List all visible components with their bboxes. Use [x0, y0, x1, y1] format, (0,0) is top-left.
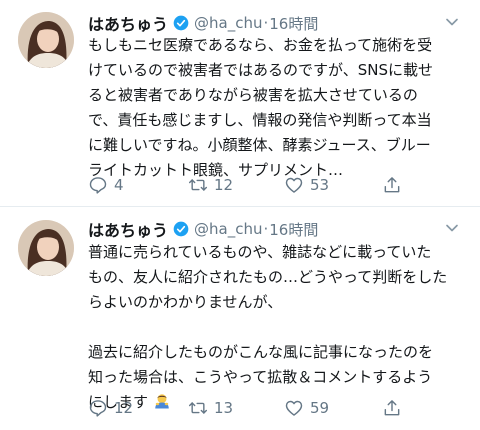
- separator-dot: ·: [263, 14, 269, 32]
- like-button[interactable]: 53: [284, 175, 329, 195]
- tweet[interactable]: はあちゅう @ha_chu · 16時間 普通に売られているものや、雑誌などに載…: [0, 207, 480, 430]
- reply-button[interactable]: 4: [88, 175, 124, 195]
- like-count: 53: [310, 176, 330, 194]
- like-count: 59: [310, 399, 330, 417]
- avatar[interactable]: [18, 220, 74, 276]
- tweet-text-line: 普通に売られているものや、雑誌などに載っていた: [88, 243, 432, 261]
- chevron-down-icon[interactable]: [442, 218, 462, 238]
- chevron-down-icon[interactable]: [442, 12, 462, 32]
- reply-icon: [89, 177, 107, 194]
- timestamp[interactable]: 16時間: [269, 13, 318, 34]
- tweet[interactable]: はあちゅう @ha_chu · 16時間 もしもニセ医療であるなら、お金を払って…: [0, 0, 480, 208]
- share-button[interactable]: [382, 175, 408, 195]
- tweet-text-line: けているので被害者ではあるのですが、SNSに載せ: [88, 61, 433, 79]
- tweet-header: はあちゅう @ha_chu · 16時間: [88, 216, 318, 242]
- retweet-icon: [188, 179, 208, 191]
- like-button[interactable]: 59: [284, 398, 329, 418]
- avatar-photo: [18, 220, 74, 276]
- tweet-actions: 4 12 53: [88, 175, 468, 197]
- share-button[interactable]: [382, 398, 408, 418]
- tweet-text-line: に難しいですね。小顔整体、酵素ジュース、ブルー: [88, 136, 431, 154]
- reply-count: 12: [114, 399, 134, 417]
- tweet-text-line: もの、友人に紹介されたもの…どうやって判断をした: [88, 268, 448, 286]
- avatar[interactable]: [18, 12, 74, 68]
- display-name[interactable]: はあちゅう: [88, 217, 168, 241]
- tweet-text: もしもニセ医療であるなら、お金を払って施術を受 けているので被害者ではあるのです…: [88, 33, 472, 183]
- reply-icon: [89, 400, 107, 417]
- tweet-text-line: 知った場合は、こうやって拡散＆コメントするよう: [88, 368, 433, 386]
- heart-icon: [285, 177, 303, 193]
- retweet-button[interactable]: 12: [188, 175, 233, 195]
- tweet-text-line: ると被害者でありながら被害を拡大させているの: [88, 86, 418, 104]
- heart-icon: [285, 400, 303, 416]
- handle[interactable]: @ha_chu: [194, 220, 262, 238]
- avatar-photo: [18, 12, 74, 68]
- verified-badge-icon: [173, 221, 189, 237]
- handle[interactable]: @ha_chu: [194, 14, 262, 32]
- tweet-text-line: で、責任も感じますし、情報の発信や判断って本当: [88, 111, 432, 129]
- retweet-count: 12: [214, 176, 234, 194]
- tweet-text-line: らよいのかわかりませんが、: [88, 293, 283, 311]
- reply-count: 4: [114, 176, 124, 194]
- reply-button[interactable]: 12: [88, 398, 133, 418]
- tweet-text-line: もしもニセ医療であるなら、お金を払って施術を受: [88, 36, 433, 54]
- retweet-count: 13: [214, 399, 234, 417]
- timestamp[interactable]: 16時間: [269, 219, 318, 240]
- tweet-text-line: [88, 315, 472, 340]
- retweet-icon: [188, 402, 208, 414]
- share-icon: [384, 177, 400, 193]
- retweet-button[interactable]: 13: [188, 398, 233, 418]
- separator-dot: ·: [263, 220, 269, 238]
- share-icon: [384, 400, 400, 416]
- tweet-text: 普通に売られているものや、雑誌などに載っていた もの、友人に紹介されたもの…どう…: [88, 240, 472, 415]
- display-name[interactable]: はあちゅう: [88, 11, 168, 35]
- tweet-actions: 12 13 59: [88, 398, 468, 420]
- tweet-text-line: 過去に紹介したものがこんな風に記事になったのを: [88, 343, 434, 361]
- verified-badge-icon: [173, 15, 189, 31]
